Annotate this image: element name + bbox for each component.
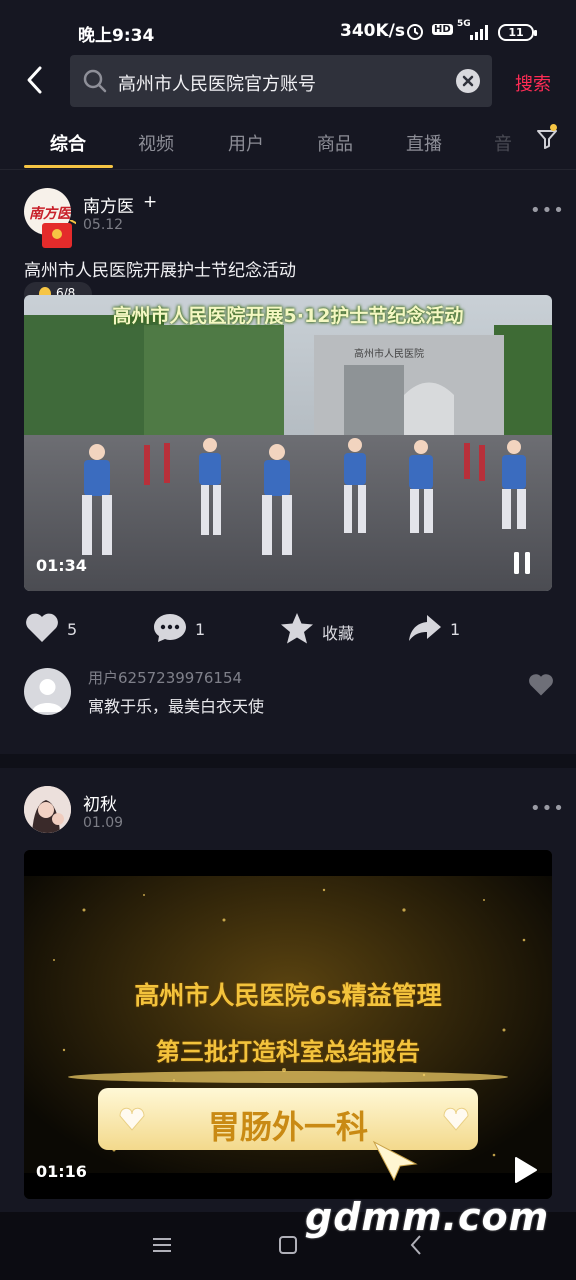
like-icon[interactable] [24,612,60,644]
status-bar: 晚上9:34 340K/s HD 5G 11 [0,0,576,52]
gate-sign: 高州市人民医院 [354,349,424,360]
author-name[interactable]: 南方医 [83,192,134,217]
profile-photo [24,786,71,833]
tab-live[interactable]: 直播 [406,130,442,156]
comment-like-icon[interactable] [527,673,555,697]
post-date: 05.12 [83,217,124,233]
post-card: 初秋 01.09 ••• 高州市人民医院6s精益管理 第三批打造科室总结报告 胃… [0,768,576,1212]
tab-products[interactable]: 商品 [317,130,353,156]
video-thumbnail [24,295,552,591]
share-count: 1 [450,620,461,639]
menu-icon[interactable] [151,1236,173,1254]
filter-notification-dot [550,124,557,131]
search-icon [83,69,107,93]
search-input[interactable]: 高州市人民医院官方账号 [118,70,316,96]
like-count: 5 [67,620,78,639]
video-title-overlay: 高州市人民医院开展5·12护士节纪念活动 [112,305,464,327]
post-divider [0,754,576,768]
filter-icon[interactable] [536,128,558,150]
search-box[interactable]: 高州市人民医院官方账号 [70,55,492,107]
result-tabs: 综合 视频 用户 商品 直播 音 [0,118,576,170]
comment-username[interactable]: 用户6257239976154 [88,667,242,688]
author-avatar[interactable] [24,786,71,833]
status-time: 晚上9:34 [78,26,155,46]
pause-icon[interactable] [511,550,533,576]
search-header: 高州市人民医院官方账号 搜索 [0,55,576,107]
default-user-icon [32,679,63,712]
clear-search-button[interactable] [456,69,480,93]
post-card: 南方医 南方医 + 05.12 ••• 高州市人民医院开展护士节纪念活动 6/8 [0,170,576,754]
video-player[interactable]: 高州市人民医院开展5·12护士节纪念活动 高州市人民医院 01:34 [24,295,552,591]
video-duration: 01:34 [36,556,87,575]
comment-count: 1 [195,620,206,639]
tab-users[interactable]: 用户 [228,130,264,156]
video-title-line1: 高州市人民医院6s精益管理 [134,981,442,1010]
follow-button[interactable]: + [143,192,157,212]
home-icon[interactable] [278,1235,298,1255]
video-title-line2: 第三批打造科室总结报告 [156,1038,420,1066]
red-packet-icon[interactable] [40,220,76,250]
comment-icon[interactable] [152,612,188,644]
comment-text: 寓教于乐，最美白衣天使 [88,697,265,716]
video-player[interactable]: 高州市人民医院6s精益管理 第三批打造科室总结报告 胃肠外一科 01:16 [24,850,552,1199]
more-options-button[interactable]: ••• [530,200,565,221]
video-title-department: 胃肠外一科 [207,1108,368,1146]
search-button[interactable]: 搜索 [515,70,551,96]
favorite-label[interactable]: 收藏 [322,620,354,644]
hd-icon: HD [432,24,453,35]
watermark: gdmm.com [305,1195,550,1239]
share-icon[interactable] [407,613,443,643]
tab-music[interactable]: 音 [494,130,512,156]
battery-indicator: 11 [498,24,537,41]
play-icon[interactable] [512,1156,538,1184]
close-icon [462,75,474,87]
commenter-avatar[interactable] [24,668,71,715]
active-tab-indicator [24,165,113,168]
more-options-button[interactable]: ••• [530,798,565,819]
post-date: 01.09 [83,815,124,831]
signal-icon [470,25,488,40]
post-caption: 高州市人民医院开展护士节纪念活动 [24,261,296,281]
video-duration: 01:16 [36,1162,87,1181]
network-speed: 340K/s [340,21,405,41]
author-name[interactable]: 初秋 [83,790,117,815]
back-arrow-icon[interactable] [22,65,48,95]
alarm-icon [407,24,423,40]
tab-overall[interactable]: 综合 [50,130,86,156]
favorite-star-icon[interactable] [279,611,315,645]
tab-videos[interactable]: 视频 [138,130,174,156]
